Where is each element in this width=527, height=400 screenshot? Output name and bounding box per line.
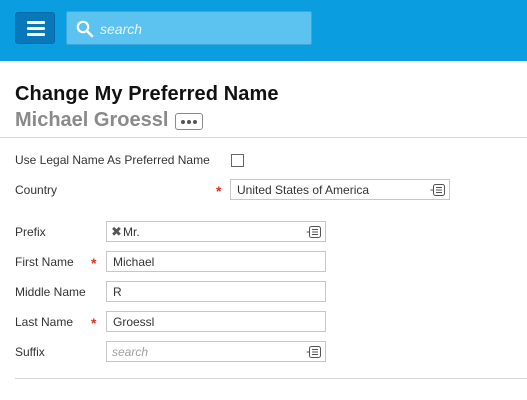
search-icon <box>76 20 94 38</box>
country-value: United States of America <box>237 183 370 197</box>
ellipsis-dot <box>187 120 191 124</box>
value-list-icon[interactable] <box>306 345 322 359</box>
page-title: Change My Preferred Name <box>15 83 279 105</box>
ellipsis-icon <box>181 120 185 124</box>
value-list-icon[interactable] <box>430 183 446 197</box>
ellipsis-dot <box>193 120 197 124</box>
global-search-box[interactable] <box>66 11 312 45</box>
prefix-label: Prefix <box>15 225 46 239</box>
country-label: Country <box>15 183 58 197</box>
prefix-field[interactable]: ✖ Mr. <box>106 221 326 242</box>
middle-name-field[interactable]: R <box>106 281 326 302</box>
top-bar <box>0 0 527 61</box>
prefix-value: Mr. <box>123 225 140 239</box>
title-divider <box>0 137 527 138</box>
first-name-value: Michael <box>113 255 155 269</box>
last-name-label: Last Name <box>15 315 74 329</box>
required-marker: * <box>91 255 97 271</box>
hamburger-menu-button[interactable] <box>15 12 55 44</box>
hamburger-bar <box>27 33 45 36</box>
country-field[interactable]: United States of America <box>230 179 450 200</box>
global-search-input[interactable] <box>100 18 305 40</box>
form-bottom-divider <box>15 378 527 379</box>
first-name-field[interactable]: Michael <box>106 251 326 272</box>
hamburger-menu-icon <box>27 21 45 24</box>
suffix-field[interactable] <box>106 341 326 362</box>
use-legal-name-label: Use Legal Name As Preferred Name <box>15 153 210 167</box>
middle-name-label: Middle Name <box>15 285 86 299</box>
value-list-icon[interactable] <box>306 225 322 239</box>
last-name-value: Groessl <box>113 315 155 329</box>
more-actions-button[interactable] <box>175 113 203 130</box>
required-marker: * <box>91 315 97 331</box>
suffix-label: Suffix <box>15 345 45 359</box>
suffix-search-input[interactable] <box>112 344 292 360</box>
hamburger-bar <box>27 27 45 30</box>
middle-name-value: R <box>113 285 122 299</box>
remove-prefix-icon[interactable]: ✖ <box>111 224 122 240</box>
first-name-label: First Name <box>15 255 74 269</box>
required-marker: * <box>216 183 222 199</box>
use-legal-name-checkbox[interactable] <box>231 154 244 167</box>
last-name-field[interactable]: Groessl <box>106 311 326 332</box>
employee-name: Michael Groessl <box>15 109 169 131</box>
